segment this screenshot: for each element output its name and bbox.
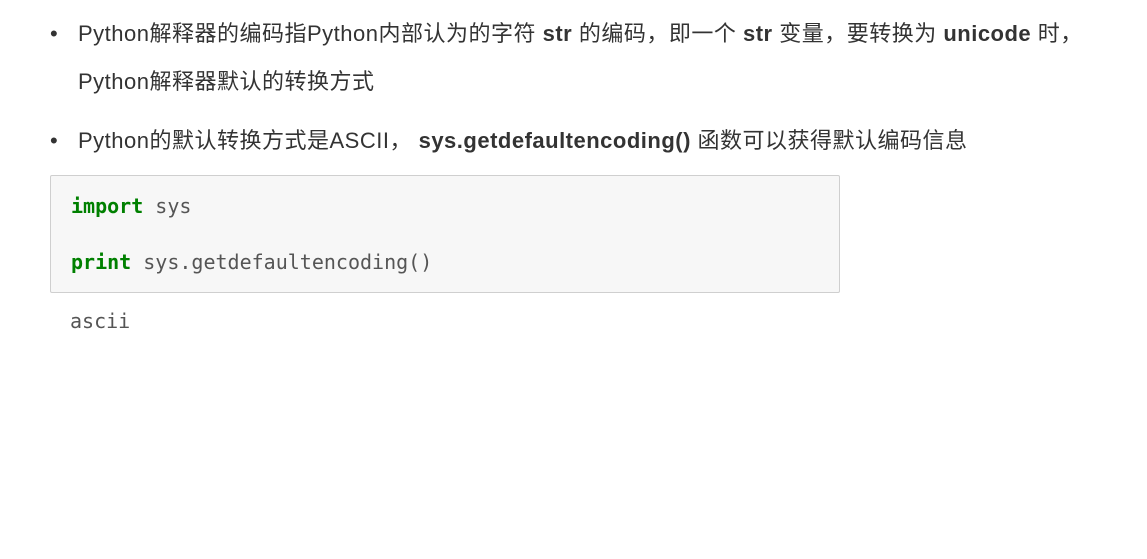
code-text: sys — [143, 194, 191, 218]
code-line-2: print sys.getdefaultencoding() — [71, 248, 819, 276]
code-blank-line — [71, 220, 819, 248]
keyword-import: import — [71, 194, 143, 218]
text-part: 函数可以获得默认编码信息 — [691, 128, 968, 153]
bullet-item-2: Python的默认转换方式是ASCII， sys.getdefaultencod… — [50, 117, 1117, 165]
text-part-bold: unicode — [943, 21, 1031, 46]
output-block: ascii — [50, 305, 1117, 337]
text-part: 的编码，即一个 — [572, 21, 743, 46]
code-line-1: import sys — [71, 192, 819, 220]
bullet-item-1: Python解释器的编码指Python内部认为的字符 str 的编码，即一个 s… — [50, 10, 1117, 107]
code-text: sys.getdefaultencoding() — [131, 250, 432, 274]
text-part: 变量，要转换为 — [773, 21, 944, 46]
text-part: Python的默认转换方式是ASCII， — [78, 128, 419, 153]
keyword-print: print — [71, 250, 131, 274]
text-part-bold: str — [743, 21, 773, 46]
text-part: Python解释器的编码指Python内部认为的字符 — [78, 21, 543, 46]
code-block: import sys print sys.getdefaultencoding(… — [50, 175, 840, 293]
text-part-bold: str — [543, 21, 573, 46]
output-text: ascii — [70, 309, 130, 333]
bullet-list: Python解释器的编码指Python内部认为的字符 str 的编码，即一个 s… — [30, 10, 1117, 165]
text-part-bold: sys.getdefaultencoding() — [419, 128, 691, 153]
